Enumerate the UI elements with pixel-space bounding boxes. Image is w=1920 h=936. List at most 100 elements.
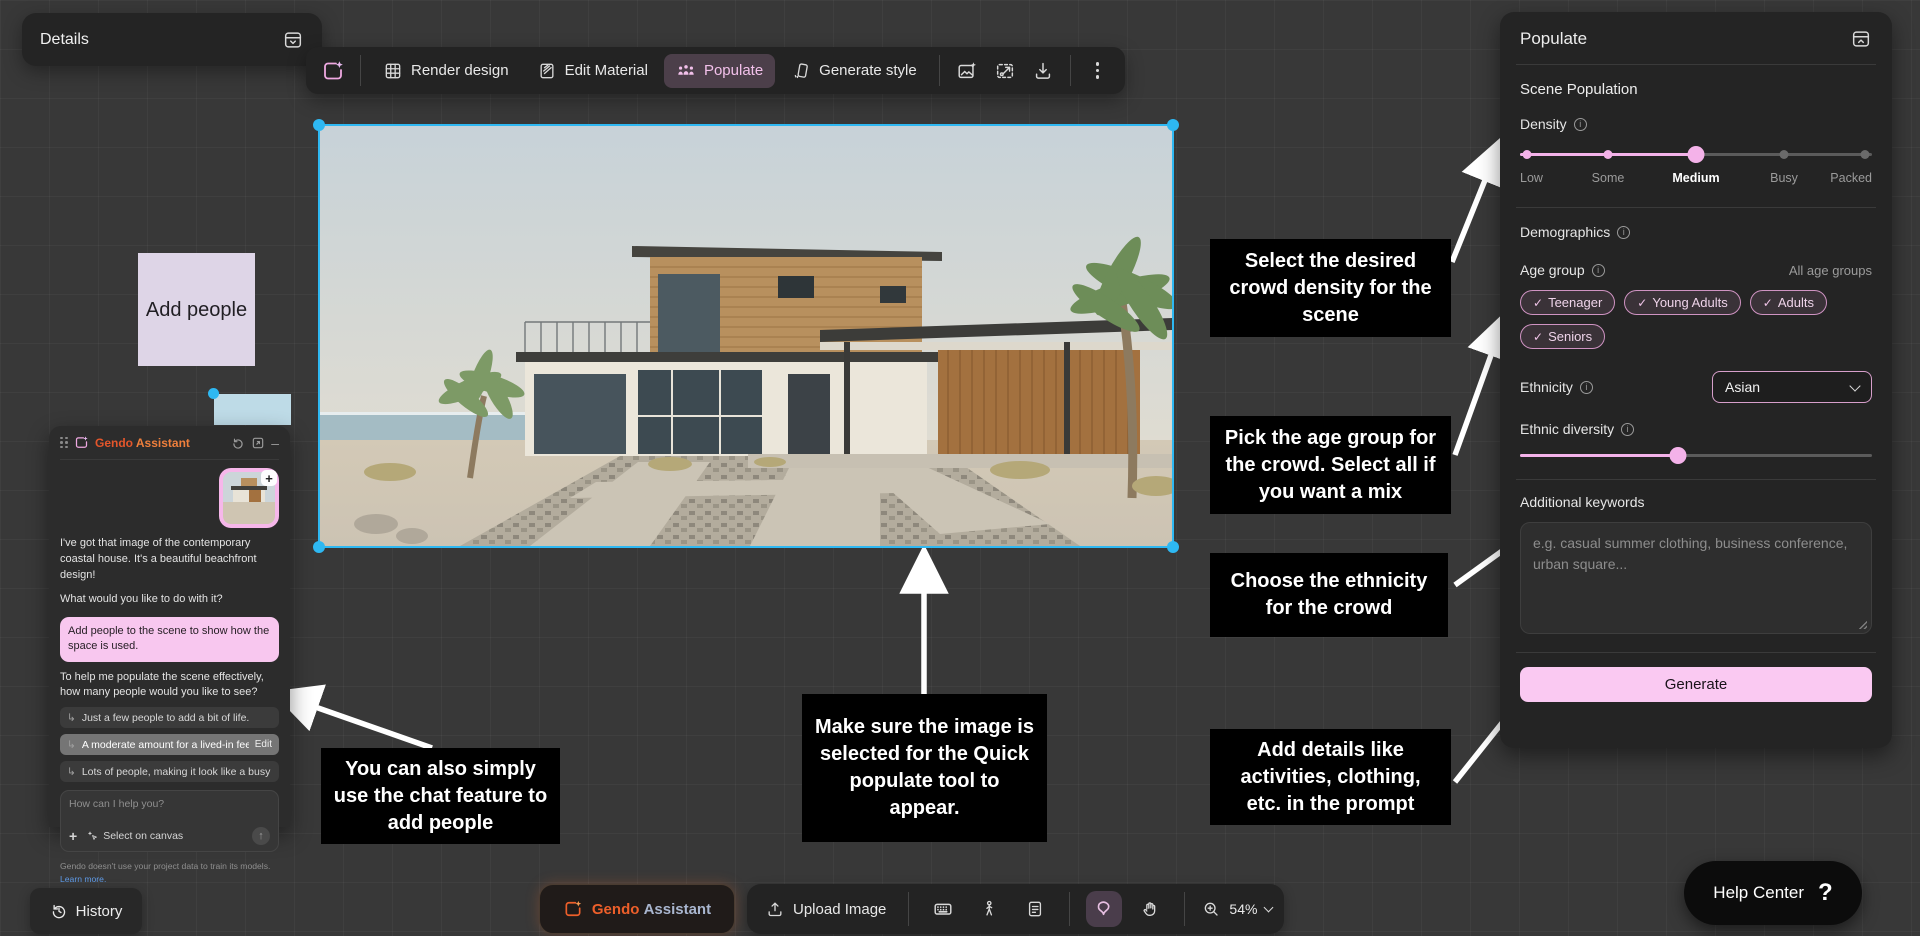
info-icon[interactable] xyxy=(1580,381,1593,394)
history-icon xyxy=(50,902,68,920)
chip-young-adults[interactable]: ✓ Young Adults xyxy=(1624,290,1741,315)
bottom-toolbar: Upload Image 54% xyxy=(747,884,1284,934)
toolbar-divider xyxy=(1070,55,1071,86)
density-option[interactable]: Busy xyxy=(1770,171,1798,185)
assistant-frame-icon xyxy=(563,899,583,919)
help-center-button[interactable]: Help Center ? xyxy=(1684,861,1862,925)
enhance-image-icon[interactable] xyxy=(950,54,984,88)
info-icon[interactable] xyxy=(1617,226,1630,239)
assistant-message: I've got that image of the contemporary … xyxy=(60,536,279,584)
details-panel[interactable]: Details xyxy=(22,13,322,66)
sticky-note-add-people[interactable]: Add people xyxy=(138,253,255,366)
reset-chat-icon[interactable] xyxy=(231,436,245,450)
reply-arrow-icon: ↳ xyxy=(67,739,76,751)
lasso-select-tool[interactable] xyxy=(1086,891,1122,927)
chip-teenager[interactable]: ✓ Teenager xyxy=(1520,290,1615,315)
more-options-icon[interactable] xyxy=(1081,54,1115,88)
age-group-chips: ✓ Teenager ✓ Young Adults ✓ Adults ✓ Sen… xyxy=(1520,290,1872,349)
privacy-footnote: Gendo doesn't use your project data to t… xyxy=(60,860,279,886)
question-mark-icon: ? xyxy=(1818,879,1833,907)
pan-hand-tool[interactable] xyxy=(1132,891,1168,927)
density-option[interactable]: Packed xyxy=(1830,171,1872,185)
send-message-button[interactable]: ↑ xyxy=(252,827,270,845)
drag-handle-icon[interactable] xyxy=(60,437,68,449)
assistant-message: To help me populate the scene effectivel… xyxy=(60,670,279,702)
info-icon[interactable] xyxy=(1592,264,1605,277)
gendo-assistant-window[interactable]: Gendo Assistant – + I've got that image … xyxy=(49,426,290,827)
panel-title: Populate xyxy=(1520,29,1850,49)
chat-input[interactable] xyxy=(69,798,270,810)
ethnic-diversity-label: Ethnic diversity xyxy=(1520,421,1614,437)
history-button[interactable]: History xyxy=(30,888,142,934)
density-slider[interactable] xyxy=(1520,146,1872,162)
zoom-in-icon[interactable] xyxy=(1201,899,1221,919)
house-photo[interactable] xyxy=(320,126,1172,546)
minimize-chat-icon[interactable]: – xyxy=(271,435,279,451)
callout-keywords: Add details like activities, clothing, e… xyxy=(1210,729,1451,825)
check-icon: ✓ xyxy=(1533,296,1543,310)
attach-plus-icon[interactable]: + xyxy=(69,828,77,844)
keywords-textarea[interactable] xyxy=(1533,533,1859,623)
person-scale-icon[interactable] xyxy=(971,891,1007,927)
density-option[interactable]: Low xyxy=(1520,171,1543,185)
generate-button[interactable]: Generate xyxy=(1520,667,1872,702)
info-icon[interactable] xyxy=(1574,118,1587,131)
shortcuts-keyboard-icon[interactable] xyxy=(925,891,961,927)
sparkle-cursor-icon xyxy=(86,830,98,842)
info-icon[interactable] xyxy=(1621,423,1634,436)
selection-handle[interactable] xyxy=(1167,119,1179,131)
ethnic-diversity-slider[interactable] xyxy=(1520,447,1872,463)
render-design-icon xyxy=(383,61,403,81)
keywords-textarea-wrap xyxy=(1520,522,1872,634)
select-on-canvas-button[interactable]: Select on canvas xyxy=(86,830,183,842)
chat-suggestion-option-selected[interactable]: ↳ A moderate amount for a lived-in feel.… xyxy=(60,734,279,755)
ethnic-diversity-knob[interactable] xyxy=(1670,447,1687,464)
edit-option-button[interactable]: Edit xyxy=(255,739,272,750)
chat-suggestion-option[interactable]: ↳ Just a few people to add a bit of life… xyxy=(60,707,279,728)
download-icon[interactable] xyxy=(1026,54,1060,88)
populate-button[interactable]: Populate xyxy=(664,54,775,88)
upscale-image-icon[interactable] xyxy=(988,54,1022,88)
gendo-assistant-button[interactable]: Gendo Assistant xyxy=(539,884,735,934)
chat-composer[interactable]: + Select on canvas ↑ xyxy=(60,790,279,852)
ethnicity-dropdown[interactable]: Asian xyxy=(1712,371,1872,403)
density-option[interactable]: Some xyxy=(1592,171,1625,185)
density-option-selected[interactable]: Medium xyxy=(1672,171,1719,185)
canvas-object-fragment[interactable] xyxy=(214,394,291,425)
zoom-level[interactable]: 54% xyxy=(1229,901,1257,917)
generate-style-button[interactable]: Generate style xyxy=(779,54,929,88)
edit-material-button[interactable]: Edit Material xyxy=(525,54,660,88)
notes-icon[interactable] xyxy=(1017,891,1053,927)
chevron-down-icon[interactable] xyxy=(1264,903,1274,913)
chip-seniors[interactable]: ✓ Seniors xyxy=(1520,324,1605,349)
panel-collapse-icon[interactable] xyxy=(282,29,304,51)
chip-adults[interactable]: ✓ Adults xyxy=(1750,290,1827,315)
reply-arrow-icon: ↳ xyxy=(67,766,76,778)
render-design-button[interactable]: Render design xyxy=(371,54,521,88)
density-slider-knob[interactable] xyxy=(1688,146,1705,163)
upload-icon xyxy=(765,899,785,919)
expand-chat-icon[interactable] xyxy=(251,436,265,450)
chat-suggestion-option[interactable]: ↳ Lots of people, making it look like a … xyxy=(60,761,279,782)
hand-icon xyxy=(1140,899,1160,919)
attached-image-thumbnail[interactable]: + xyxy=(219,468,279,528)
assistant-message: What would you like to do with it? xyxy=(60,592,279,608)
selection-handle[interactable] xyxy=(313,541,325,553)
toolbar-divider xyxy=(360,55,361,86)
quick-populate-frame-icon[interactable] xyxy=(316,54,350,88)
panel-collapse-icon[interactable] xyxy=(1850,28,1872,50)
toolbar-divider xyxy=(1069,892,1070,926)
user-message: Add people to the scene to show how the … xyxy=(60,617,279,662)
selection-handle[interactable] xyxy=(208,388,219,399)
keywords-label: Additional keywords xyxy=(1520,494,1872,510)
populate-people-icon xyxy=(676,61,696,81)
callout-density: Select the desired crowd density for the… xyxy=(1210,239,1451,337)
check-icon: ✓ xyxy=(1763,296,1773,310)
upload-image-button[interactable]: Upload Image xyxy=(759,893,892,925)
age-group-hint: All age groups xyxy=(1789,263,1872,278)
selection-handle[interactable] xyxy=(1167,541,1179,553)
learn-more-link[interactable]: Learn more. xyxy=(60,874,106,884)
selected-canvas-image[interactable] xyxy=(320,126,1172,546)
selection-handle[interactable] xyxy=(313,119,325,131)
assistant-title: Gendo Assistant xyxy=(95,436,190,450)
